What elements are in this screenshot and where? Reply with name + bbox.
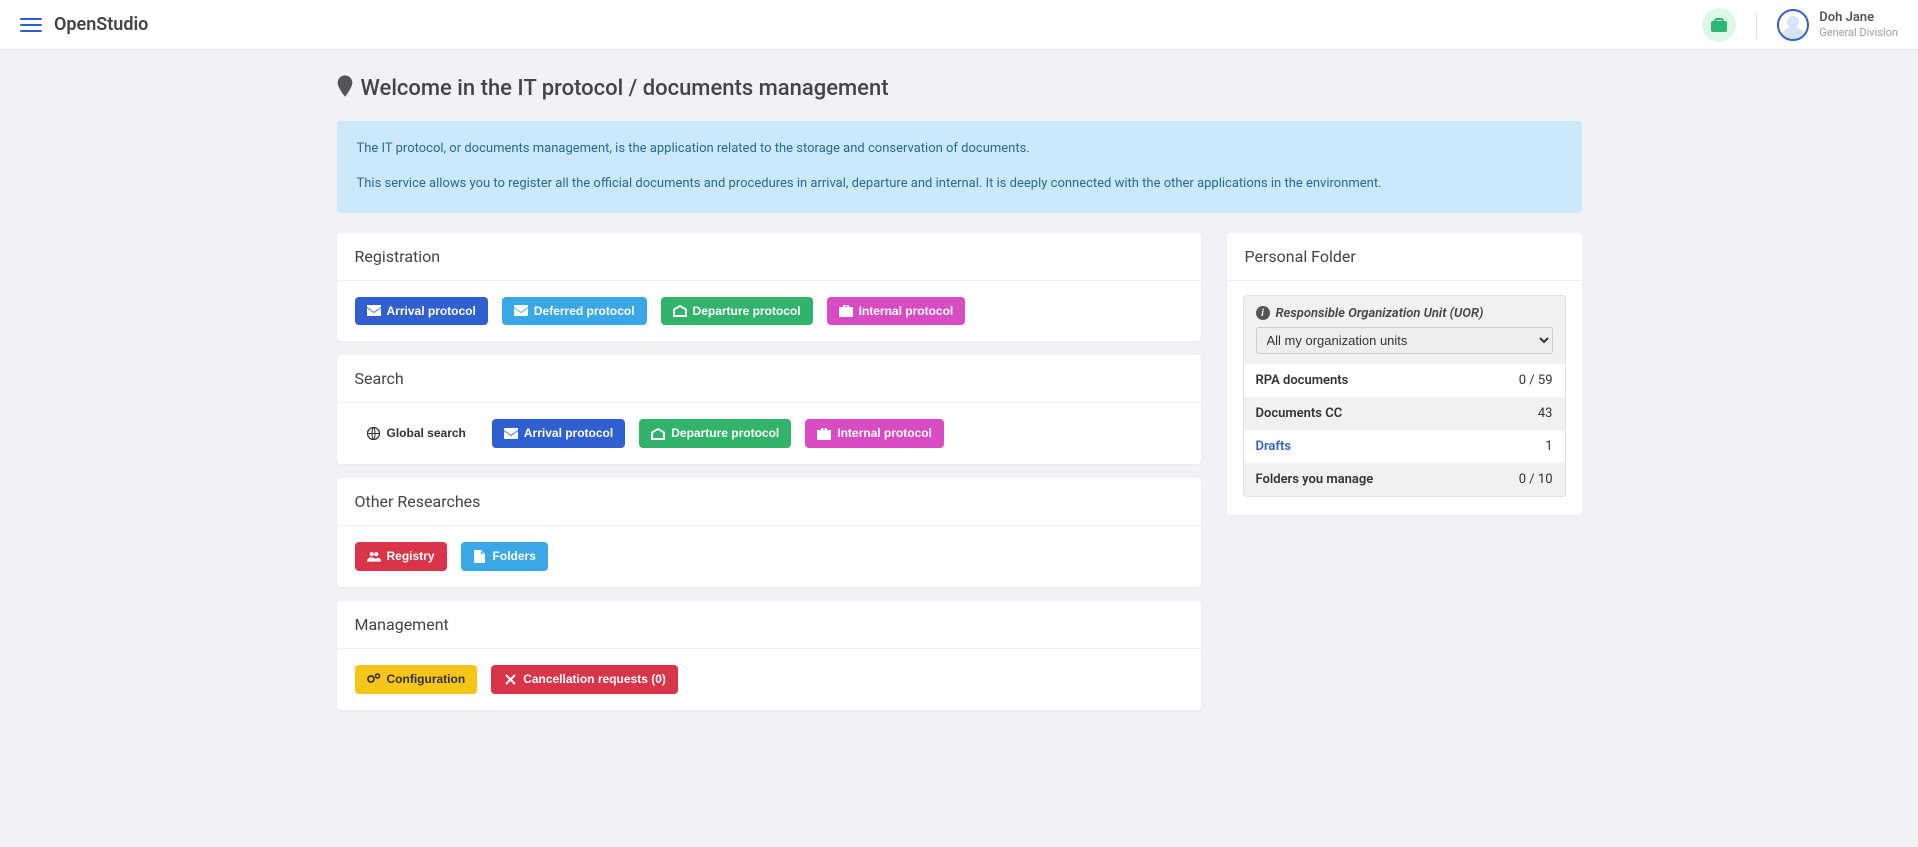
user-name: Doh Jane [1819, 10, 1898, 26]
envelope-open-icon [651, 428, 665, 440]
registry-label: Registry [387, 548, 435, 565]
management-body: Configuration Cancellation requests (0) [337, 649, 1201, 710]
registration-body: Arrival protocol Deferred protocol Depar… [337, 281, 1201, 342]
deferred-protocol-button[interactable]: Deferred protocol [502, 297, 647, 326]
row-rpa[interactable]: RPA documents 0 / 59 [1244, 364, 1565, 397]
management-title: Management [337, 601, 1201, 649]
topbar: OpenStudio Doh Jane General Division [0, 0, 1918, 50]
global-search-button[interactable]: Global search [355, 419, 478, 448]
uor-label-row: i Responsible Organization Unit (UOR) [1256, 306, 1553, 321]
search-arrival-label: Arrival protocol [524, 425, 613, 442]
brand: OpenStudio [54, 14, 148, 35]
personal-folder-card: Personal Folder i Responsible Organizati… [1227, 233, 1582, 515]
drafts-value: 1 [1545, 439, 1552, 454]
columns: Registration Arrival protocol Deferred p… [337, 233, 1582, 724]
arrival-protocol-label: Arrival protocol [387, 303, 476, 320]
user-text: Doh Jane General Division [1819, 10, 1898, 39]
search-internal-label: Internal protocol [837, 425, 932, 442]
folders-button[interactable]: Folders [461, 542, 548, 571]
page-title: Welcome in the IT protocol / documents m… [361, 76, 889, 101]
registration-card: Registration Arrival protocol Deferred p… [337, 233, 1201, 342]
drafts-label: Drafts [1256, 439, 1292, 454]
rpa-label: RPA documents [1256, 373, 1349, 388]
registry-button[interactable]: Registry [355, 542, 447, 571]
globe-icon [367, 428, 381, 440]
folders-manage-value: 0 / 10 [1519, 472, 1553, 487]
gears-icon [367, 673, 381, 685]
row-cc[interactable]: Documents CC 43 [1244, 397, 1565, 430]
pin-icon [337, 75, 353, 101]
personal-folder-body: i Responsible Organization Unit (UOR) Al… [1227, 281, 1582, 515]
row-folders-manage[interactable]: Folders you manage 0 / 10 [1244, 463, 1565, 496]
folders-label: Folders [493, 548, 536, 565]
envelope-icon [367, 305, 381, 317]
topbar-right: Doh Jane General Division [1702, 8, 1898, 42]
uor-box: i Responsible Organization Unit (UOR) Al… [1243, 295, 1566, 364]
registration-title: Registration [337, 233, 1201, 281]
search-body: Global search Arrival protocol Departure… [337, 403, 1201, 464]
user-menu[interactable]: Doh Jane General Division [1777, 9, 1898, 41]
info-banner: The IT protocol, or documents management… [337, 121, 1582, 213]
banner-line-2: This service allows you to register all … [357, 174, 1562, 195]
management-card: Management Configuration Cancellation re… [337, 601, 1201, 710]
search-departure-label: Departure protocol [671, 425, 779, 442]
envelope-icon [514, 305, 528, 317]
cc-value: 43 [1538, 406, 1553, 421]
uor-select[interactable]: All my organization units [1256, 327, 1553, 354]
search-title: Search [337, 355, 1201, 403]
avatar [1777, 9, 1809, 41]
users-icon [367, 551, 381, 563]
cancellation-requests-label: Cancellation requests (0) [523, 671, 666, 688]
banner-line-1: The IT protocol, or documents management… [357, 139, 1562, 160]
other-title: Other Researches [337, 478, 1201, 526]
departure-protocol-label: Departure protocol [693, 303, 801, 320]
page: Welcome in the IT protocol / documents m… [337, 50, 1582, 764]
cancellation-requests-button[interactable]: Cancellation requests (0) [491, 665, 678, 694]
configuration-label: Configuration [387, 671, 466, 688]
briefcase-icon [839, 305, 853, 317]
other-body: Registry Folders [337, 526, 1201, 587]
uor-label: Responsible Organization Unit (UOR) [1276, 306, 1484, 321]
search-arrival-button[interactable]: Arrival protocol [492, 419, 625, 448]
row-drafts[interactable]: Drafts 1 [1244, 430, 1565, 463]
briefcase-button[interactable] [1702, 8, 1736, 42]
search-departure-button[interactable]: Departure protocol [639, 419, 791, 448]
info-icon: i [1256, 306, 1270, 320]
stat-table: RPA documents 0 / 59 Documents CC 43 Dra… [1243, 364, 1566, 497]
other-researches-card: Other Researches Registry Folders [337, 478, 1201, 587]
personal-folder-title: Personal Folder [1227, 233, 1582, 281]
cc-label: Documents CC [1256, 406, 1343, 421]
divider [1756, 12, 1757, 38]
internal-protocol-label: Internal protocol [859, 303, 954, 320]
envelope-icon [504, 428, 518, 440]
rpa-value: 0 / 59 [1519, 373, 1553, 388]
global-search-label: Global search [387, 425, 466, 442]
departure-protocol-button[interactable]: Departure protocol [661, 297, 813, 326]
close-icon [503, 673, 517, 685]
envelope-open-icon [673, 305, 687, 317]
main-column: Registration Arrival protocol Deferred p… [337, 233, 1201, 724]
side-column: Personal Folder i Responsible Organizati… [1227, 233, 1582, 529]
configuration-button[interactable]: Configuration [355, 665, 478, 694]
page-header: Welcome in the IT protocol / documents m… [337, 75, 1582, 101]
search-internal-button[interactable]: Internal protocol [805, 419, 944, 448]
arrival-protocol-button[interactable]: Arrival protocol [355, 297, 488, 326]
deferred-protocol-label: Deferred protocol [534, 303, 635, 320]
user-subtitle: General Division [1819, 26, 1898, 39]
internal-protocol-button[interactable]: Internal protocol [827, 297, 966, 326]
file-icon [473, 551, 487, 563]
briefcase-icon [817, 428, 831, 440]
search-card: Search Global search Arrival protocol De… [337, 355, 1201, 464]
briefcase-icon [1711, 18, 1727, 32]
menu-icon[interactable] [20, 18, 42, 32]
folders-manage-label: Folders you manage [1256, 472, 1374, 487]
topbar-left: OpenStudio [20, 14, 148, 35]
